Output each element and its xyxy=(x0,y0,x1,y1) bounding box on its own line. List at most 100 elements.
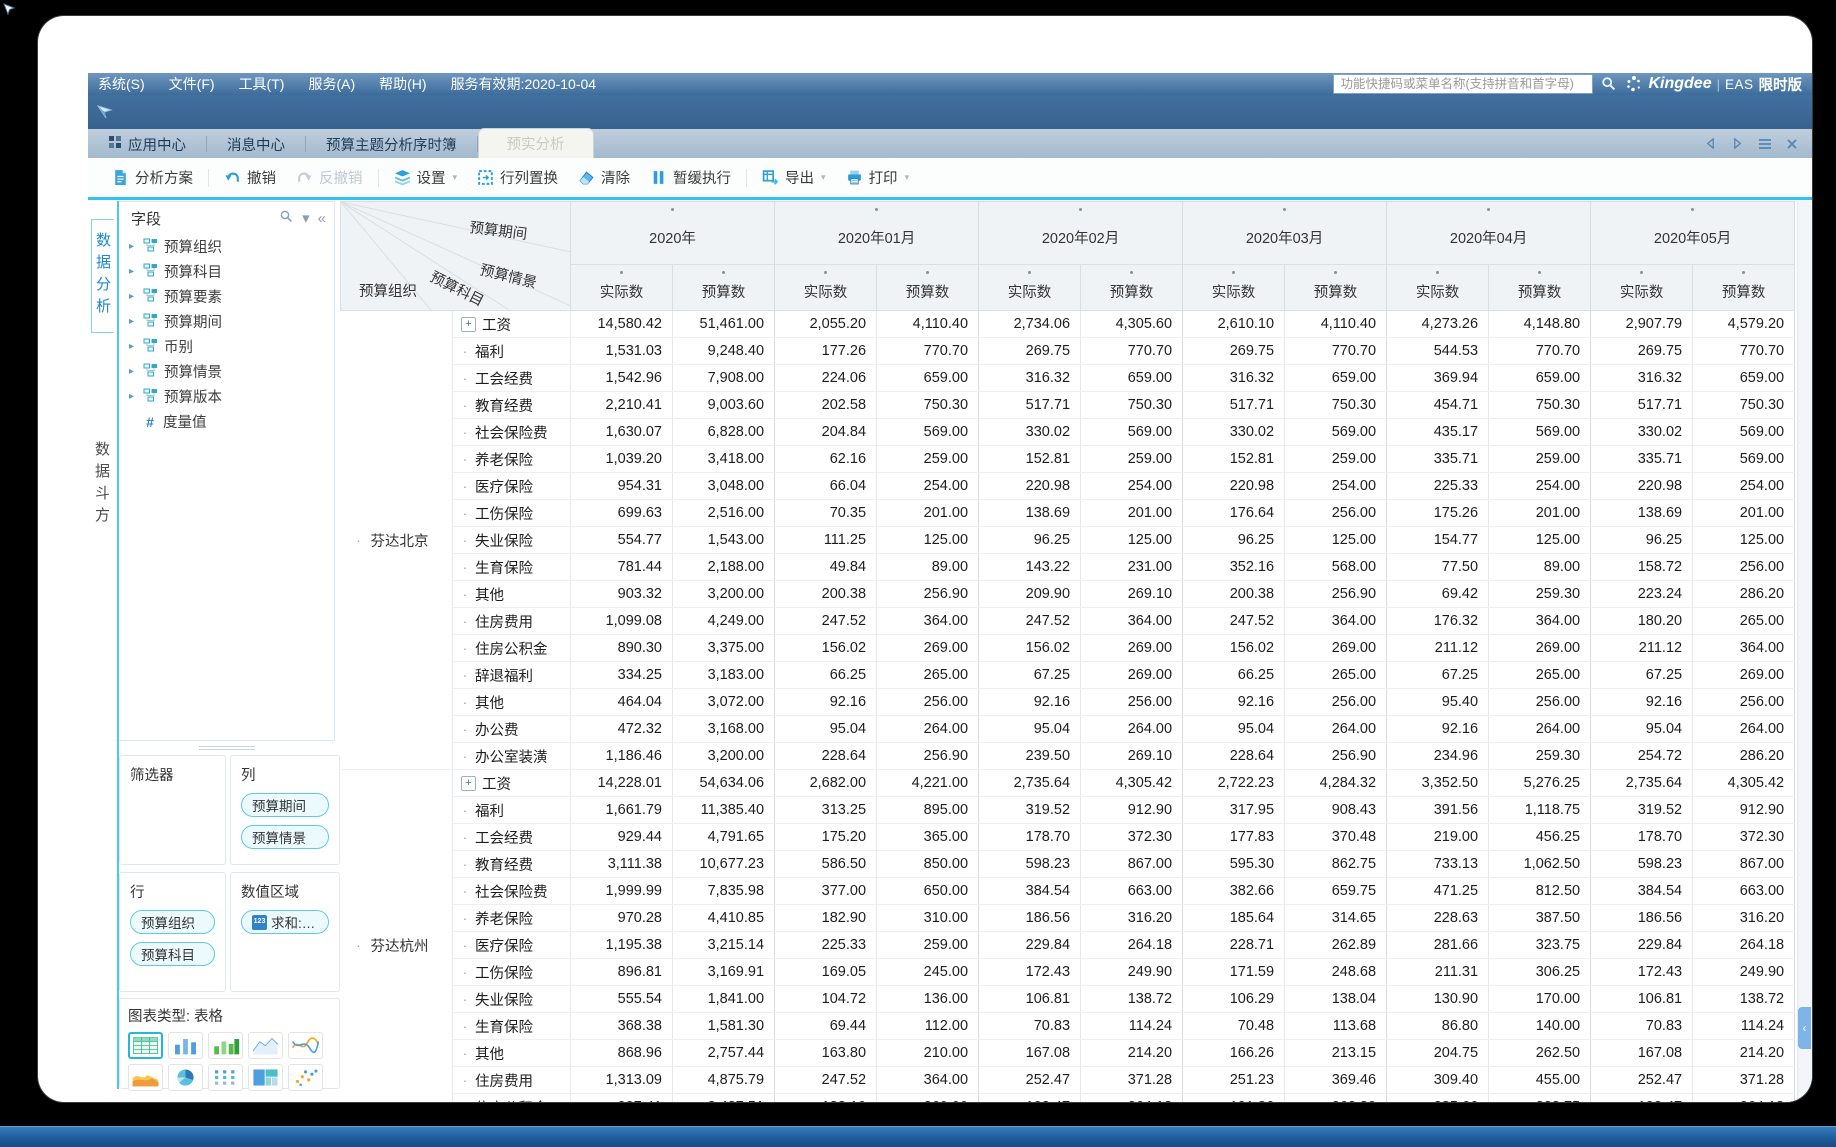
value-cell[interactable]: 14,228.01 xyxy=(571,770,673,797)
value-cell[interactable]: 1,542.96 xyxy=(571,365,673,392)
value-cell[interactable]: 544.53 xyxy=(1387,338,1489,365)
period-column-header[interactable]: 2020年04月 xyxy=(1387,202,1591,265)
value-cell[interactable]: 2,735.64 xyxy=(1591,770,1693,797)
account-cell-办公室装潢[interactable]: ·办公室装潢 xyxy=(453,743,571,770)
value-cell[interactable]: 391.56 xyxy=(1387,797,1489,824)
value-cell[interactable]: 264.00 xyxy=(1489,716,1591,743)
value-cell[interactable]: 259.00 xyxy=(1081,446,1183,473)
measure-column-header[interactable]: 预算数 xyxy=(1285,264,1387,310)
value-cell[interactable]: 228.71 xyxy=(1183,932,1285,959)
mode-tab-data-cube[interactable]: 数据斗方 xyxy=(91,429,112,541)
value-cell[interactable]: 2,907.79 xyxy=(1591,311,1693,338)
value-cell[interactable]: 1,195.38 xyxy=(571,932,673,959)
value-cell[interactable]: 70.83 xyxy=(1591,1013,1693,1040)
value-cell[interactable]: 377.00 xyxy=(775,878,877,905)
value-cell[interactable]: 252.47 xyxy=(979,1067,1081,1094)
value-cell[interactable]: 219.00 xyxy=(1387,824,1489,851)
value-cell[interactable]: 286.20 xyxy=(1693,581,1795,608)
menu-item-0[interactable]: 系统(S) xyxy=(98,74,145,94)
tab-预实分析[interactable]: 预实分析 xyxy=(478,128,594,158)
value-cell[interactable]: 659.00 xyxy=(1489,365,1591,392)
value-cell[interactable]: 569.00 xyxy=(1081,419,1183,446)
value-cell[interactable]: 310.00 xyxy=(877,905,979,932)
area-chart-icon[interactable] xyxy=(128,1064,163,1091)
value-cell[interactable]: 256.00 xyxy=(1081,689,1183,716)
value-cell[interactable]: 138.69 xyxy=(1591,500,1693,527)
value-cell[interactable]: 201.00 xyxy=(1081,500,1183,527)
value-cell[interactable]: 211.12 xyxy=(1387,635,1489,662)
value-cell[interactable]: 364.00 xyxy=(1489,608,1591,635)
value-cell[interactable]: 335.71 xyxy=(1591,446,1693,473)
account-cell-医疗保险[interactable]: ·医疗保险 xyxy=(453,473,571,500)
value-cell[interactable]: 895.00 xyxy=(877,797,979,824)
value-cell[interactable]: 1,186.46 xyxy=(571,743,673,770)
value-cell[interactable]: 334.25 xyxy=(571,662,673,689)
value-cell[interactable]: 248.68 xyxy=(1285,959,1387,986)
value-cell[interactable]: 62.16 xyxy=(775,446,877,473)
value-cell[interactable]: 264.00 xyxy=(877,716,979,743)
account-cell-办公费[interactable]: ·办公费 xyxy=(453,716,571,743)
value-cell[interactable]: 125.00 xyxy=(1489,527,1591,554)
account-cell-失业保险[interactable]: ·失业保险 xyxy=(453,527,571,554)
value-cell[interactable]: 781.44 xyxy=(571,554,673,581)
value-cell[interactable]: 220.98 xyxy=(1183,473,1285,500)
value-cell[interactable]: 138.72 xyxy=(1693,986,1795,1013)
toolbar-button-打印[interactable]: 打印▾ xyxy=(836,167,920,188)
account-cell-养老保险[interactable]: ·养老保险 xyxy=(453,446,571,473)
value-cell[interactable]: 254.72 xyxy=(1591,743,1693,770)
value-cell[interactable]: 659.00 xyxy=(1693,365,1795,392)
value-cell[interactable]: 598.23 xyxy=(979,851,1081,878)
value-cell[interactable]: 264.00 xyxy=(1081,716,1183,743)
shelf-pill-求和:度...[interactable]: 123求和:度... xyxy=(241,910,329,934)
measure-column-header[interactable]: 实际数 xyxy=(775,264,877,310)
value-cell[interactable]: 106.81 xyxy=(979,986,1081,1013)
measure-column-header[interactable]: 实际数 xyxy=(1591,264,1693,310)
value-cell[interactable]: 70.48 xyxy=(1183,1013,1285,1040)
value-cell[interactable]: 259.00 xyxy=(877,932,979,959)
account-cell-其他[interactable]: ·其他 xyxy=(453,581,571,608)
value-cell[interactable]: 256.90 xyxy=(1285,581,1387,608)
value-cell[interactable]: 1,062.50 xyxy=(1489,851,1591,878)
value-cell[interactable]: 224.06 xyxy=(775,365,877,392)
value-cell[interactable]: 170.00 xyxy=(1489,986,1591,1013)
value-cell[interactable]: 223.24 xyxy=(1591,581,1693,608)
value-cell[interactable]: 770.70 xyxy=(1081,338,1183,365)
value-cell[interactable]: 316.32 xyxy=(1183,365,1285,392)
value-cell[interactable]: 269.00 xyxy=(877,635,979,662)
field-item-币别[interactable]: ▸币别 xyxy=(119,334,334,359)
value-cell[interactable]: 650.00 xyxy=(877,878,979,905)
value-cell[interactable]: 265.00 xyxy=(1489,662,1591,689)
value-cell[interactable]: 152.81 xyxy=(979,446,1081,473)
value-cell[interactable]: 96.25 xyxy=(1591,527,1693,554)
value-cell[interactable]: 4,875.79 xyxy=(673,1067,775,1094)
value-cell[interactable]: 750.30 xyxy=(1285,392,1387,419)
value-cell[interactable]: 770.70 xyxy=(1693,338,1795,365)
value-cell[interactable]: 896.81 xyxy=(571,959,673,986)
account-cell-失业保险[interactable]: ·失业保险 xyxy=(453,986,571,1013)
value-cell[interactable]: 568.00 xyxy=(1285,554,1387,581)
account-cell-养老保险[interactable]: ·养老保险 xyxy=(453,905,571,932)
account-cell-福利[interactable]: ·福利 xyxy=(453,338,571,365)
value-cell[interactable]: 7,908.00 xyxy=(673,365,775,392)
account-cell-住房费用[interactable]: ·住房费用 xyxy=(453,608,571,635)
value-cell[interactable]: 200.38 xyxy=(775,581,877,608)
value-cell[interactable]: 178.70 xyxy=(1591,824,1693,851)
value-cell[interactable]: 890.30 xyxy=(571,635,673,662)
value-cell[interactable]: 371.28 xyxy=(1693,1067,1795,1094)
expand-plus-icon[interactable]: + xyxy=(461,776,476,791)
value-cell[interactable]: 1,099.08 xyxy=(571,608,673,635)
value-cell[interactable]: 259.00 xyxy=(1285,446,1387,473)
pie-chart-icon[interactable] xyxy=(168,1064,203,1091)
tab-消息中心[interactable]: 消息中心 xyxy=(207,130,305,158)
value-cell[interactable]: 313.25 xyxy=(775,797,877,824)
value-cell[interactable]: 92.16 xyxy=(1591,689,1693,716)
value-cell[interactable]: 371.28 xyxy=(1081,1067,1183,1094)
value-cell[interactable]: 138.04 xyxy=(1285,986,1387,1013)
shelf-pill-预算情景[interactable]: 预算情景 xyxy=(241,825,329,849)
scatter-chart-icon[interactable] xyxy=(288,1064,323,1091)
value-cell[interactable]: 256.00 xyxy=(1285,689,1387,716)
value-cell[interactable]: 92.16 xyxy=(1387,716,1489,743)
value-cell[interactable]: 67.25 xyxy=(979,662,1081,689)
value-cell[interactable]: 256.90 xyxy=(877,581,979,608)
value-cell[interactable]: 750.30 xyxy=(1489,392,1591,419)
